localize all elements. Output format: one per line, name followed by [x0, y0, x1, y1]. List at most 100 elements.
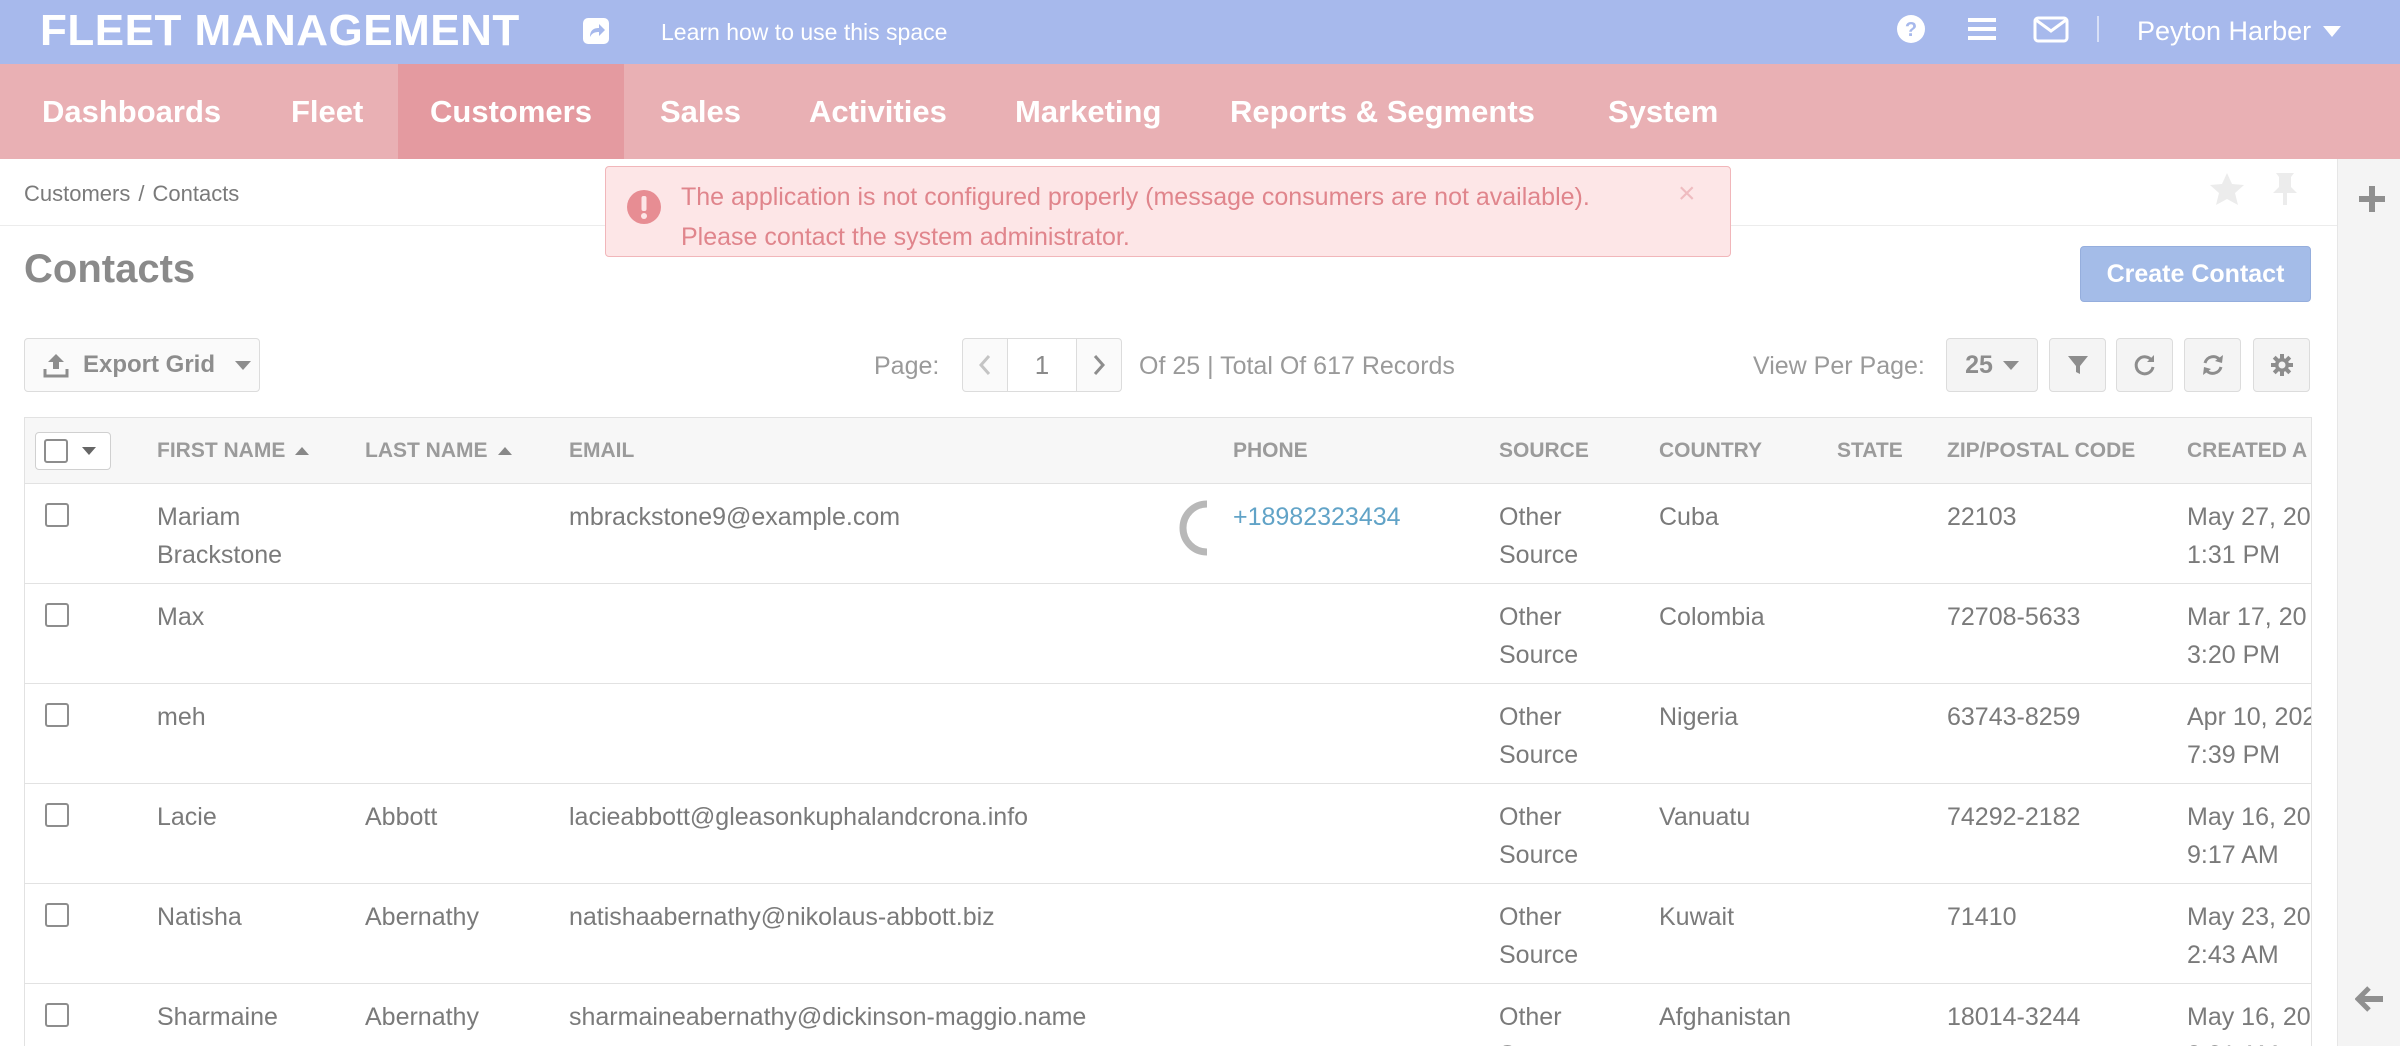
sort-ascending-icon: [497, 447, 512, 455]
cell-email: lacieabbott@gleasonkuphalandcrona.info: [569, 803, 1029, 831]
previous-page-button[interactable]: [963, 339, 1007, 391]
plus-icon[interactable]: [2358, 185, 2386, 213]
column-created-at[interactable]: CREATED A: [2187, 418, 2307, 484]
per-page-select[interactable]: 25: [1946, 338, 2038, 392]
learn-how-link[interactable]: Learn how to use this space: [661, 19, 947, 46]
row-checkbox[interactable]: [45, 503, 69, 527]
nav-activities[interactable]: Activities: [777, 64, 979, 159]
cell-source: Other Source: [1499, 803, 1579, 869]
mail-icon[interactable]: [2033, 14, 2069, 44]
cell-email: mbrackstone9@example.com: [569, 503, 901, 531]
cell-country: Colombia: [1659, 603, 1765, 631]
cell-created-at: May 27, 20 1:31 PM: [2187, 498, 2311, 574]
cell-first-name: meh: [157, 703, 206, 731]
star-icon[interactable]: [2208, 171, 2246, 207]
created-time: 9:17 AM: [2187, 841, 2279, 869]
reset-button[interactable]: [2116, 338, 2173, 392]
breadcrumb-separator: /: [138, 181, 145, 206]
export-grid-label: Export Grid: [83, 351, 216, 378]
page-number-input[interactable]: [1007, 339, 1077, 391]
filter-button[interactable]: [2049, 338, 2106, 392]
main-navigation: Dashboards Fleet Customers Sales Activit…: [0, 64, 2400, 159]
nav-reports-segments[interactable]: Reports & Segments: [1198, 64, 1567, 159]
next-page-button[interactable]: [1077, 339, 1121, 391]
cell-source: Other Source: [1499, 903, 1579, 969]
alert-message: The application is not configured proper…: [681, 177, 1641, 257]
create-contact-button[interactable]: Create Contact: [2080, 246, 2311, 302]
row-checkbox[interactable]: [45, 703, 69, 727]
user-menu[interactable]: Peyton Harber: [2137, 16, 2342, 47]
nav-fleet[interactable]: Fleet: [259, 64, 395, 159]
cell-email: sharmaineabernathy@dickinson-maggio.name: [569, 1003, 1087, 1031]
arrow-left-icon[interactable]: [2355, 984, 2385, 1014]
close-icon[interactable]: ×: [1678, 177, 1696, 211]
cell-email: natishaabernathy@nikolaus-abbott.biz: [569, 903, 995, 931]
created-date: May 16, 20: [2187, 803, 2311, 831]
nav-system[interactable]: System: [1576, 64, 1750, 159]
cell-zip: 72708-5633: [1947, 603, 2081, 631]
column-email[interactable]: EMAIL: [569, 418, 634, 484]
row-checkbox[interactable]: [45, 1003, 69, 1027]
cell-phone-link[interactable]: +18982323434: [1233, 498, 1401, 536]
column-label: LAST NAME: [365, 439, 488, 462]
chevron-down-icon: [235, 360, 252, 370]
share-icon[interactable]: [582, 17, 610, 45]
cell-first-name: Max: [157, 603, 205, 631]
column-source[interactable]: SOURCE: [1499, 418, 1589, 484]
column-first-name[interactable]: FIRST NAME: [157, 418, 310, 484]
nav-sales[interactable]: Sales: [628, 64, 773, 159]
column-country[interactable]: COUNTRY: [1659, 418, 1762, 484]
help-icon[interactable]: ?: [1896, 14, 1926, 44]
created-time: 1:31 PM: [2187, 541, 2281, 569]
select-all-dropdown[interactable]: [35, 432, 111, 470]
cell-zip: 18014-3244: [1947, 1003, 2081, 1031]
nav-customers[interactable]: Customers: [398, 64, 624, 159]
nav-marketing[interactable]: Marketing: [983, 64, 1193, 159]
cell-source: Other Source: [1499, 503, 1579, 569]
table-row[interactable]: Mariam Brackstone mbrackstone9@example.c…: [25, 484, 2311, 584]
chevron-left-icon: [978, 355, 991, 375]
brand-logo[interactable]: FLEET MANAGEMENT: [40, 6, 520, 56]
row-checkbox[interactable]: [45, 803, 69, 827]
table-row[interactable]: meh Other Source Nigeria 63743-8259 Apr …: [25, 684, 2311, 784]
cell-first-name: Mariam Brackstone: [157, 503, 283, 569]
table-row[interactable]: Sharmaine Abernathy sharmaineabernathy@d…: [25, 984, 2311, 1046]
cell-created-at: May 23, 20 2:43 AM: [2187, 898, 2311, 974]
refresh-button[interactable]: [2184, 338, 2241, 392]
column-phone[interactable]: PHONE: [1233, 418, 1308, 484]
table-row[interactable]: Max Other Source Colombia 72708-5633 Mar…: [25, 584, 2311, 684]
sort-ascending-icon: [295, 447, 310, 455]
created-date: Mar 17, 20: [2187, 603, 2307, 631]
breadcrumb-customers[interactable]: Customers: [24, 181, 130, 207]
cell-zip: 63743-8259: [1947, 703, 2081, 731]
column-zip[interactable]: ZIP/POSTAL CODE: [1947, 418, 2135, 484]
contacts-grid: FIRST NAME LAST NAME EMAIL PHONE SOURCE …: [24, 417, 2312, 1046]
top-bar: FLEET MANAGEMENT Learn how to use this s…: [0, 0, 2400, 64]
table-row[interactable]: Natisha Abernathy natishaabernathy@nikol…: [25, 884, 2311, 984]
chevron-down-icon: [2002, 360, 2019, 370]
breadcrumb: Customers / Contacts: [24, 181, 239, 207]
row-checkbox[interactable]: [45, 903, 69, 927]
pagination-info: Of 25 | Total Of 617 Records: [1139, 352, 1455, 380]
pin-icon[interactable]: [2270, 171, 2300, 207]
menu-icon[interactable]: [1966, 14, 1998, 44]
cell-last-name: Abernathy: [365, 903, 479, 931]
cell-country: Afghanistan: [1659, 1003, 1792, 1031]
column-state[interactable]: STATE: [1837, 418, 1903, 484]
per-page-value: 25: [1965, 350, 1993, 379]
column-label: FIRST NAME: [157, 439, 286, 462]
created-time: 7:39 PM: [2187, 741, 2281, 769]
filter-icon: [2067, 356, 2088, 374]
grid-header: FIRST NAME LAST NAME EMAIL PHONE SOURCE …: [25, 418, 2311, 484]
export-grid-button[interactable]: Export Grid: [24, 338, 260, 392]
nav-dashboards[interactable]: Dashboards: [10, 64, 253, 159]
column-last-name[interactable]: LAST NAME: [365, 418, 512, 484]
grid-settings-button[interactable]: [2253, 338, 2310, 392]
refresh-icon: [2202, 355, 2223, 375]
row-checkbox[interactable]: [45, 603, 69, 627]
select-all-checkbox[interactable]: [44, 439, 68, 463]
pagination: [962, 338, 1122, 392]
chevron-right-icon: [1093, 355, 1106, 375]
svg-text:?: ?: [1905, 19, 1917, 41]
table-row[interactable]: Lacie Abbott lacieabbott@gleasonkuphalan…: [25, 784, 2311, 884]
